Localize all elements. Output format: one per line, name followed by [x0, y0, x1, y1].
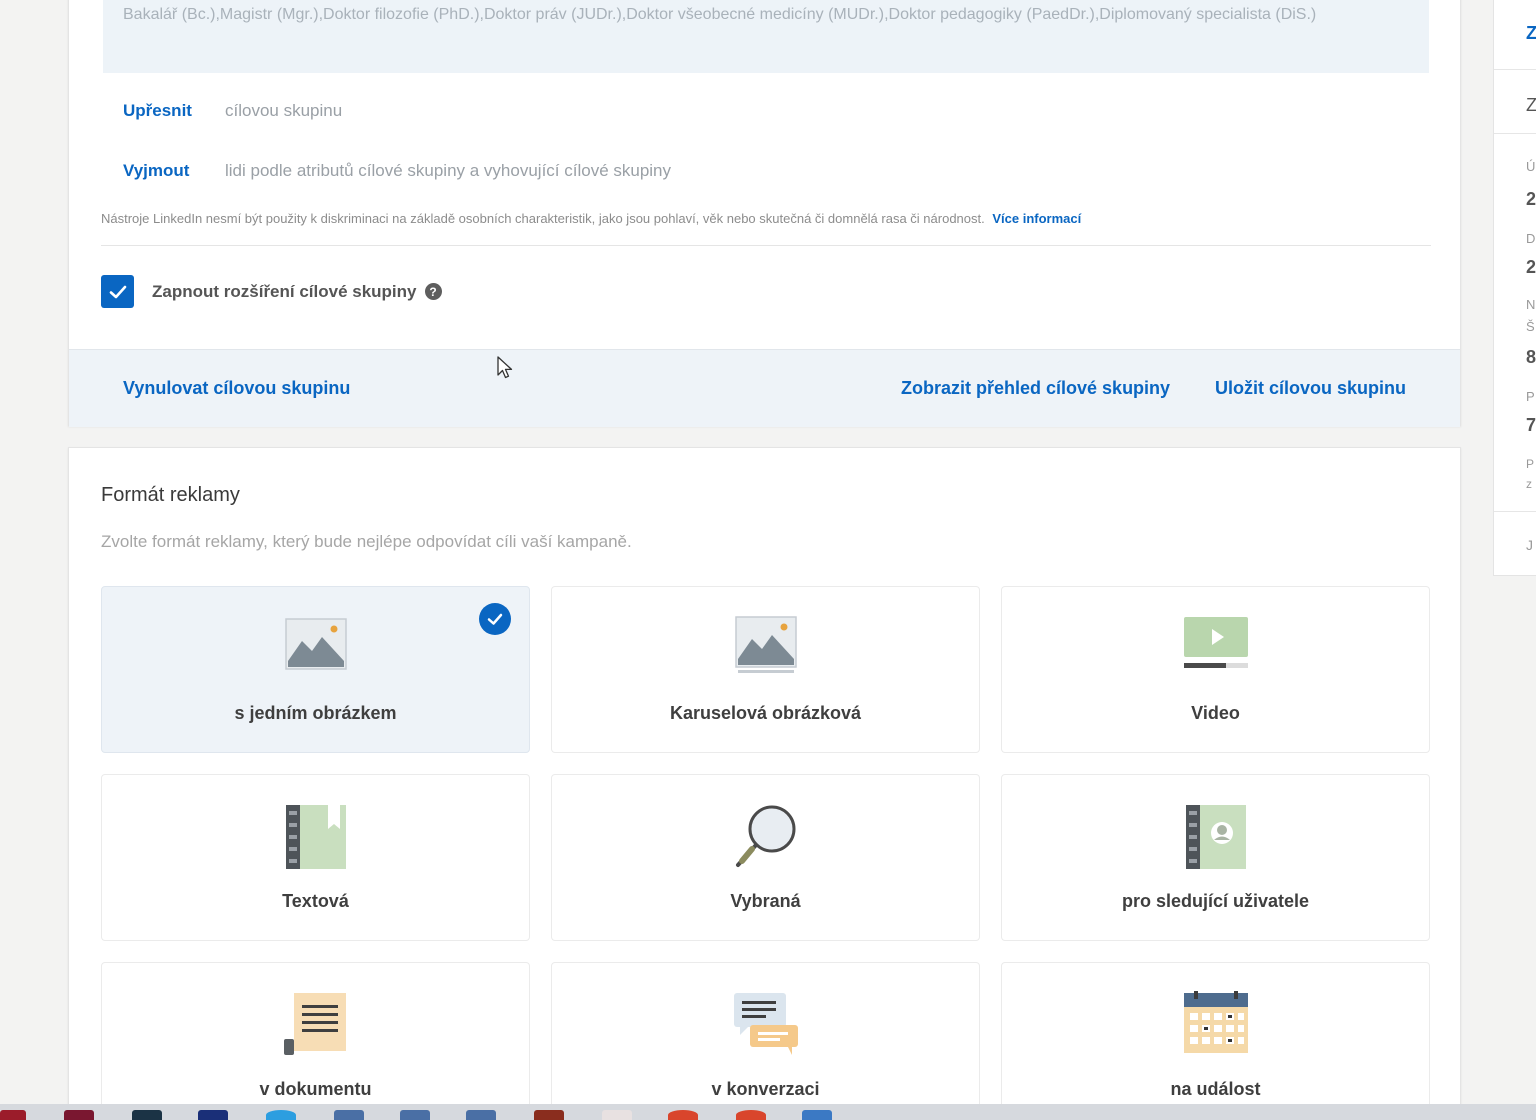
- narrow-audience-text: cílovou skupinu: [225, 101, 343, 120]
- taskbar-app-icon[interactable]: [64, 1110, 94, 1120]
- ad-format-option-video[interactable]: Video: [1001, 586, 1430, 753]
- education-criteria-text: Bakalář (Bc.),Magistr (Mgr.),Doktor filo…: [123, 6, 1317, 23]
- selected-check-icon: [479, 603, 511, 635]
- exclude-audience-row: Vyjmout lidi podle atributů cílové skupi…: [123, 161, 671, 181]
- exclude-audience-text: lidi podle atributů cílové skupiny a vyh…: [225, 161, 672, 180]
- panel-char: D: [1526, 231, 1536, 246]
- more-info-link[interactable]: Více informací: [992, 211, 1081, 226]
- ad-format-label: na událost: [1170, 1079, 1261, 1099]
- taskbar-app-icon[interactable]: [0, 1110, 26, 1120]
- audience-card: Bakalář (Bc.),Magistr (Mgr.),Doktor filo…: [68, 0, 1461, 427]
- audience-footer-bar: Vynulovat cílovou skupinu Zobrazit přehl…: [69, 349, 1460, 427]
- discrimination-notice: Nástroje LinkedIn nesmí být použity k di…: [101, 211, 1081, 226]
- taskbar-app-icon[interactable]: [198, 1110, 228, 1120]
- panel-char: Ú: [1526, 159, 1536, 174]
- panel-char: Š: [1526, 319, 1535, 334]
- taskbar-app-icon[interactable]: [736, 1110, 766, 1120]
- taskbar-app-icon[interactable]: [802, 1110, 832, 1120]
- taskbar-app-icon[interactable]: [334, 1110, 364, 1120]
- ad-format-option-follower[interactable]: pro sledující uživatele: [1001, 774, 1430, 941]
- conversation-icon: [732, 991, 800, 1062]
- panel-char: 7: [1526, 415, 1536, 435]
- divider: [101, 245, 1431, 246]
- ad-format-option-event[interactable]: na událost: [1001, 962, 1430, 1120]
- panel-char: z: [1526, 477, 1532, 491]
- panel-char: 2: [1526, 257, 1536, 277]
- ad-format-label: Karuselová obrázková: [669, 703, 862, 723]
- taskbar-app-icon[interactable]: [668, 1110, 698, 1120]
- ad-format-option-carousel[interactable]: Karuselová obrázková: [551, 586, 980, 753]
- audience-expansion-checkbox[interactable]: [101, 275, 134, 308]
- ad-format-label: Video: [1191, 703, 1240, 723]
- divider: [1494, 133, 1536, 134]
- ad-format-label: Vybraná: [730, 891, 801, 911]
- carousel-image-icon: [734, 615, 798, 682]
- ad-format-option-document[interactable]: v dokumentu: [101, 962, 530, 1120]
- ad-format-label: s jedním obrázkem: [234, 703, 397, 723]
- ad-format-label: pro sledující uživatele: [1121, 891, 1310, 911]
- taskbar-app-icon[interactable]: [266, 1110, 296, 1120]
- ad-format-label: Textová: [282, 891, 349, 911]
- taskbar-app-icon[interactable]: [400, 1110, 430, 1120]
- video-icon: [1182, 615, 1250, 678]
- os-taskbar: [0, 1104, 1536, 1120]
- panel-char: P: [1526, 389, 1535, 404]
- follower-contact-book-icon: [1184, 803, 1248, 876]
- narrow-audience-link[interactable]: Upřesnit: [123, 101, 225, 121]
- help-icon[interactable]: ?: [424, 283, 442, 300]
- discrimination-notice-text: Nástroje LinkedIn nesmí být použity k di…: [101, 211, 985, 226]
- divider: [1494, 511, 1536, 512]
- spotlight-magnifier-icon: [732, 803, 800, 876]
- document-icon: [282, 991, 350, 1062]
- ad-format-card: Formát reklamy Zvolte formát reklamy, kt…: [68, 447, 1461, 1120]
- audience-expansion-row: Zapnout rozšíření cílové skupiny ?: [101, 275, 442, 308]
- reset-audience-button[interactable]: Vynulovat cílovou skupinu: [123, 378, 350, 399]
- education-criteria-box: Bakalář (Bc.),Magistr (Mgr.),Doktor filo…: [103, 0, 1429, 73]
- panel-char: 8: [1526, 347, 1536, 367]
- ad-format-label: v konverzaci: [711, 1079, 820, 1099]
- ad-format-subtitle: Zvolte formát reklamy, který bude nejlép…: [101, 532, 632, 551]
- taskbar-app-icon[interactable]: [602, 1110, 632, 1120]
- narrow-audience-row: Upřesnit cílovou skupinu: [123, 101, 342, 121]
- panel-char: N: [1526, 297, 1536, 312]
- ad-format-option-text[interactable]: Textová: [101, 774, 530, 941]
- taskbar-app-icon[interactable]: [132, 1110, 162, 1120]
- panel-char: P: [1526, 457, 1535, 471]
- taskbar-app-icon[interactable]: [466, 1110, 496, 1120]
- ad-format-label: v dokumentu: [259, 1079, 372, 1099]
- text-ad-icon: [284, 803, 348, 876]
- panel-char: Z: [1526, 95, 1536, 115]
- campaign-summary-panel: Z Z Ú 2 D 2 N Š 8 P 7 P z J: [1493, 0, 1536, 576]
- ad-format-title: Formát reklamy: [101, 484, 240, 506]
- panel-char: Z: [1526, 23, 1536, 43]
- show-audience-overview-button[interactable]: Zobrazit přehled cílové skupiny: [901, 378, 1170, 399]
- divider: [1494, 69, 1536, 70]
- ad-format-option-single-image[interactable]: s jedním obrázkem: [101, 586, 530, 753]
- taskbar-app-icon[interactable]: [534, 1110, 564, 1120]
- exclude-audience-link[interactable]: Vyjmout: [123, 161, 225, 181]
- checkmark-icon: [109, 285, 126, 298]
- event-calendar-icon: [1182, 991, 1250, 1062]
- audience-expansion-label: Zapnout rozšíření cílové skupiny: [152, 281, 417, 301]
- panel-char: J: [1526, 537, 1533, 553]
- ad-format-option-spotlight[interactable]: Vybraná: [551, 774, 980, 941]
- panel-char: 2: [1526, 189, 1536, 209]
- single-image-icon: [284, 615, 348, 678]
- ad-format-option-conversation[interactable]: v konverzaci: [551, 962, 980, 1120]
- mouse-cursor-icon: [497, 356, 513, 379]
- save-audience-button[interactable]: Uložit cílovou skupinu: [1215, 378, 1406, 399]
